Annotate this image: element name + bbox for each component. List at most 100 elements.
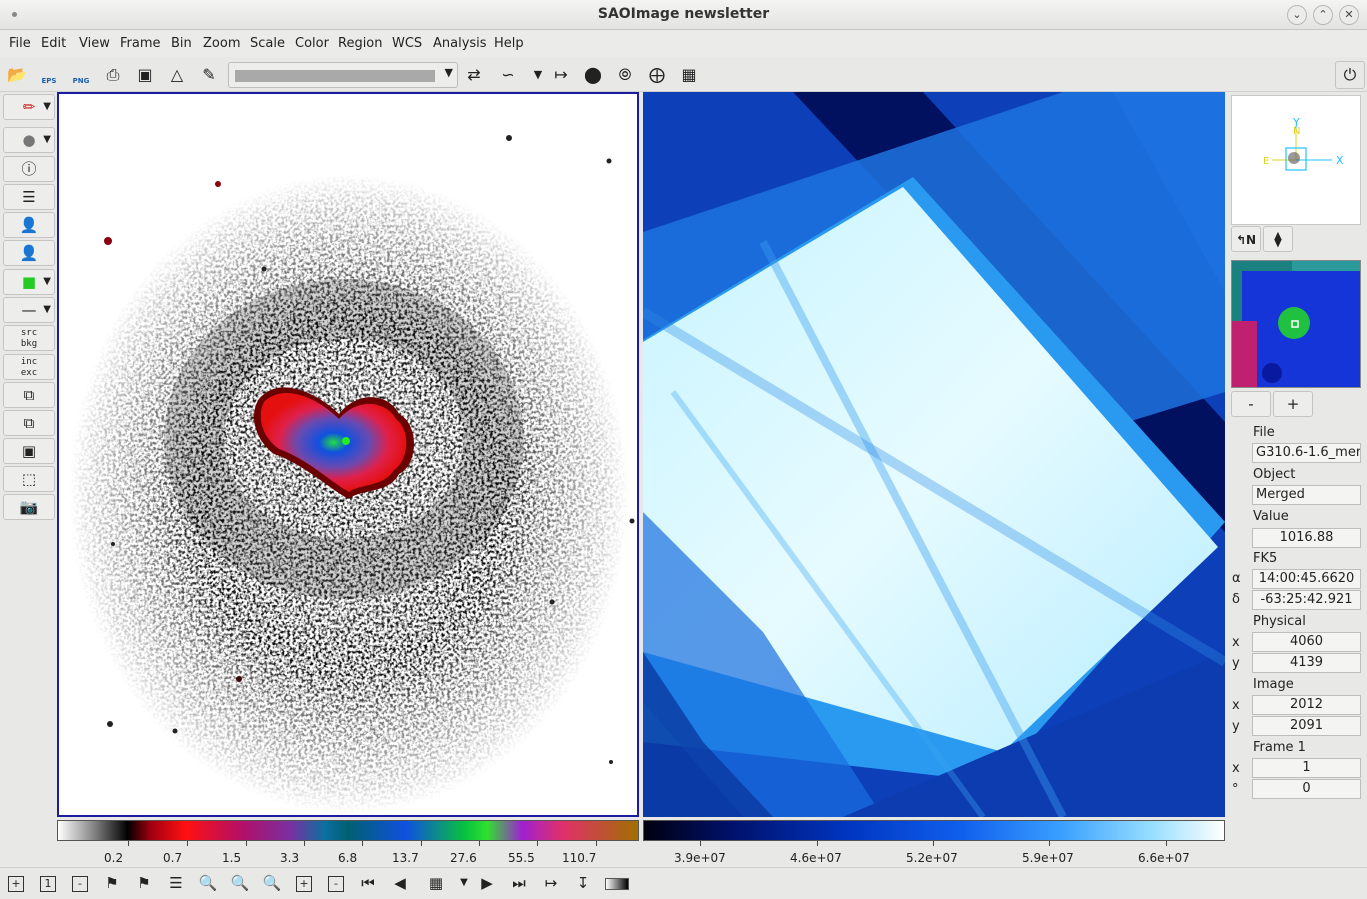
new-region-button[interactable]: 📷	[3, 494, 55, 520]
zoom-one-icon[interactable]: 🔍	[227, 871, 253, 897]
menu-region[interactable]: Region	[338, 36, 383, 51]
frame-select-dropdown[interactable]: ▼	[228, 62, 458, 88]
delete-frame-icon[interactable]: -	[323, 871, 349, 897]
include-exclude-button[interactable]: inc exc	[3, 354, 55, 380]
delta-label: δ	[1232, 592, 1240, 607]
notes-icon[interactable]: ✎	[195, 61, 223, 89]
image-label: Image	[1253, 677, 1294, 692]
smooth-icon[interactable]: ⬤	[579, 61, 607, 89]
main-toolbar: 📂 EPS PNG ⎙ ▣ △ ✎ ▼ ⇄ ∽ ▼ ↦ ⬤ ⦾ ⨁ ▦ ⏻	[0, 58, 1367, 92]
contour-icon[interactable]: ⦾	[611, 61, 639, 89]
menu-frame[interactable]: Frame	[120, 36, 161, 51]
src-label: src	[20, 328, 38, 338]
gradient-icon	[605, 877, 629, 890]
colorbar2-tick-label: 5.2e+07	[906, 851, 958, 865]
frame-zoom-field: 1	[1252, 758, 1361, 778]
select-none-button[interactable]: ⬚	[3, 466, 55, 492]
power-icon[interactable]: ⏻	[1335, 61, 1365, 89]
save-eps-button[interactable]: EPS	[35, 61, 63, 89]
open-folder-icon[interactable]: 📂	[3, 61, 31, 89]
print-icon[interactable]: ⎙	[99, 61, 127, 89]
move-back-button[interactable]: ⧉	[3, 410, 55, 436]
minimize-icon[interactable]: ⌄	[1287, 5, 1307, 25]
physical-y-label: y	[1232, 656, 1240, 671]
fit-width-icon[interactable]: ↦	[538, 871, 564, 897]
image-y-field: 2091	[1252, 716, 1361, 736]
fit-height-icon[interactable]: ↧	[570, 871, 596, 897]
align-north-button[interactable]: ↰N	[1231, 226, 1261, 252]
list-icon: ☰	[22, 188, 36, 206]
zoom-in-icon[interactable]: 🔍	[195, 871, 221, 897]
zoom-out-icon[interactable]: 🔍	[259, 871, 285, 897]
menu-color[interactable]: Color	[295, 36, 329, 51]
colorbar-frame-2[interactable]	[643, 820, 1225, 841]
region-width-button[interactable]: — ▼	[3, 297, 55, 323]
panner[interactable]: Y X N E	[1231, 95, 1361, 225]
region-color-button[interactable]: ■ ▼	[3, 269, 55, 295]
add-frame-icon[interactable]: +	[291, 871, 317, 897]
image-servers-icon[interactable]: ▣	[131, 61, 159, 89]
zoom-minus-button[interactable]: -	[67, 871, 93, 897]
physical-label: Physical	[1253, 614, 1306, 629]
folder-user-icon: 👤	[19, 216, 39, 234]
pointer-tool-button[interactable]: ✏ ▼	[3, 94, 55, 120]
panner-n-label: N	[1293, 126, 1300, 137]
add-frame-box-icon: +	[296, 875, 312, 892]
menu-edit[interactable]: Edit	[41, 36, 66, 51]
menu-view[interactable]: View	[79, 36, 110, 51]
tile-grid-icon[interactable]: ☰	[163, 871, 189, 897]
colorbar-frame-1[interactable]	[57, 820, 639, 841]
color-swatch-icon: ■	[21, 273, 37, 291]
previous-frame-icon[interactable]: ◀	[387, 871, 413, 897]
crosshair-icon[interactable]: ⨁	[643, 61, 671, 89]
region-list-button[interactable]: ☰	[3, 184, 55, 210]
menu-zoom[interactable]: Zoom	[203, 36, 240, 51]
zoom-fit-button[interactable]: +	[3, 871, 29, 897]
image-frame-2[interactable]	[643, 92, 1225, 817]
horizontal-fit-icon[interactable]: ↦	[547, 61, 575, 89]
menu-bin[interactable]: Bin	[171, 36, 192, 51]
first-frame-icon[interactable]: ⏮	[355, 871, 381, 897]
north-up-icon: ↰N	[1235, 233, 1257, 247]
move-front-button[interactable]: ⧉	[3, 382, 55, 408]
select-all-icon: ▣	[21, 442, 37, 460]
image-frame-1[interactable]	[57, 92, 639, 817]
tickmark	[128, 841, 129, 846]
grid-icon[interactable]: ▦	[675, 61, 703, 89]
frame-layout-icon[interactable]: ▦	[423, 871, 449, 897]
menu-analysis[interactable]: Analysis	[433, 36, 487, 51]
align-wcs-button[interactable]: ⧫	[1263, 226, 1293, 252]
file-field: G310.6-1.6_merged	[1252, 443, 1361, 463]
menu-scale[interactable]: Scale	[250, 36, 285, 51]
region-save-button[interactable]: 👤	[3, 240, 55, 266]
maximize-icon[interactable]: ⌃	[1313, 5, 1333, 25]
tile-row-icon[interactable]: ⚑	[131, 871, 157, 897]
menu-wcs[interactable]: WCS	[392, 36, 422, 51]
swap-frames-icon[interactable]: ⇄	[460, 61, 488, 89]
panner-view: Y X N E	[1263, 116, 1344, 171]
menu-help[interactable]: Help	[494, 36, 524, 51]
file-label: File	[1253, 425, 1275, 440]
zoom-out-button[interactable]: -	[1231, 391, 1271, 417]
next-frame-icon[interactable]: ▶	[474, 871, 500, 897]
scale-curve-icon[interactable]: ∽	[494, 61, 522, 89]
source-background-button[interactable]: src bkg	[3, 325, 55, 351]
zoom-one-button[interactable]: 1	[35, 871, 61, 897]
tile-column-icon[interactable]: ⚑	[99, 871, 125, 897]
physical-x-label: x	[1232, 635, 1240, 650]
select-all-button[interactable]: ▣	[3, 438, 55, 464]
region-load-button[interactable]: 👤	[3, 212, 55, 238]
region-info-button[interactable]: ⓘ	[3, 156, 55, 182]
delta-field: -63:25:42.921	[1252, 590, 1361, 610]
last-frame-icon[interactable]: ⏭	[506, 871, 532, 897]
tickmark	[479, 841, 480, 846]
menu-file[interactable]: File	[9, 36, 31, 51]
colorbar-toggle-icon[interactable]	[602, 871, 632, 897]
delete-frame-box-icon: -	[328, 875, 344, 892]
zoom-in-button[interactable]: +	[1273, 391, 1313, 417]
close-icon[interactable]: ✕	[1339, 5, 1359, 25]
prism-icon[interactable]: △	[163, 61, 191, 89]
save-png-button[interactable]: PNG	[67, 61, 95, 89]
eps-label: EPS	[41, 77, 57, 85]
region-shape-button[interactable]: ● ▼	[3, 127, 55, 153]
